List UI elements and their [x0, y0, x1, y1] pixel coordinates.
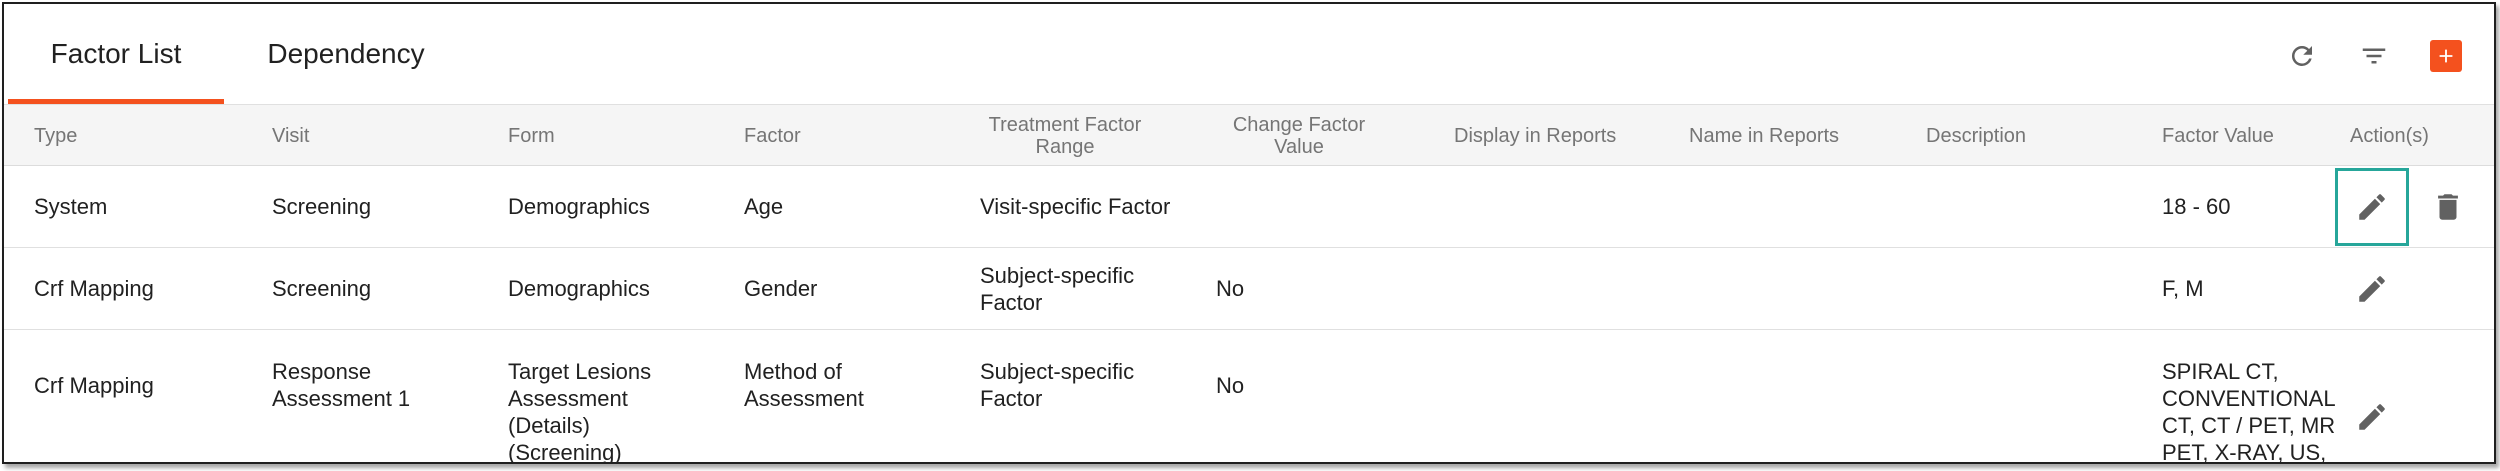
- column-header-description[interactable]: Description: [1926, 105, 2146, 167]
- column-header-type[interactable]: Type: [34, 105, 264, 167]
- cell-name-in-reports: [1689, 248, 1909, 329]
- cell-factor-value: SPIRAL CT, CONVENTIONAL CT, CT / PET, MR…: [2162, 359, 2336, 464]
- cell-display-in-reports: [1454, 330, 1674, 462]
- add-factor-button[interactable]: [2430, 40, 2462, 72]
- cell-treatment-factor-range: Subject-specific Factor: [980, 359, 1135, 411]
- cell-description: [1926, 330, 2146, 462]
- column-header-form[interactable]: Form: [508, 105, 738, 167]
- cell-type: Crf Mapping: [34, 372, 154, 398]
- cell-visit: Screening: [272, 194, 372, 219]
- cell-name-in-reports: [1689, 330, 1909, 462]
- filter-button[interactable]: [2354, 36, 2394, 76]
- delete-button[interactable]: [2426, 185, 2470, 229]
- column-header-display-in-reports[interactable]: Display in Reports: [1454, 105, 1674, 167]
- table-header: Type Visit Form Factor Treatment Factor …: [4, 104, 2494, 166]
- cell-change-factor-value: [1216, 166, 1416, 247]
- table-row: Crf Mapping Screening Demographics Gende…: [4, 248, 2494, 330]
- cell-form: Demographics: [508, 276, 650, 301]
- cell-display-in-reports: [1454, 248, 1674, 329]
- cell-name-in-reports: [1689, 166, 1909, 247]
- cell-factor: Age: [744, 194, 784, 219]
- cell-form: Target Lesions Assessment (Details) (Scr…: [508, 359, 652, 464]
- edit-button-highlight: [2335, 168, 2409, 246]
- refresh-icon: [2291, 45, 2312, 66]
- edit-button[interactable]: [2350, 267, 2394, 311]
- tab-factor-list[interactable]: Factor List: [8, 4, 224, 104]
- cell-form: Demographics: [508, 194, 650, 219]
- cell-visit: Response Assessment 1: [272, 359, 411, 411]
- cell-factor: Gender: [744, 276, 818, 301]
- column-header-treatment-factor-range[interactable]: Treatment Factor Range: [970, 105, 1160, 167]
- cell-factor-value: F, M: [2162, 276, 2204, 301]
- column-header-change-factor-value[interactable]: Change Factor Value: [1214, 105, 1384, 167]
- cell-change-factor-value: No: [1216, 372, 1245, 398]
- cell-factor: Method of Assessment: [744, 359, 864, 411]
- edit-icon: [2359, 404, 2385, 430]
- tab-dependency[interactable]: Dependency: [224, 4, 468, 104]
- cell-factor-value: 18 - 60: [2162, 194, 2231, 219]
- filter-icon: [2362, 48, 2386, 64]
- plus-icon: [2439, 49, 2453, 63]
- edit-button[interactable]: [2350, 395, 2394, 439]
- tab-bar: Factor List Dependency: [4, 4, 2494, 104]
- column-header-visit[interactable]: Visit: [272, 105, 502, 167]
- column-header-factor[interactable]: Factor: [744, 105, 974, 167]
- column-header-name-in-reports[interactable]: Name in Reports: [1689, 105, 1909, 167]
- cell-display-in-reports: [1454, 166, 1674, 247]
- table-row: System Screening Demographics Age Visit-…: [4, 166, 2494, 248]
- cell-type: System: [34, 194, 108, 219]
- cell-description: [1926, 166, 2146, 247]
- cell-description: [1926, 248, 2146, 329]
- delete-icon: [2438, 194, 2458, 220]
- refresh-button[interactable]: [2282, 36, 2322, 76]
- cell-treatment-factor-range: Visit-specific Factor: [980, 194, 1171, 219]
- table-row: Crf Mapping Response Assessment 1 Target…: [4, 330, 2494, 464]
- factor-list-panel: Factor List Dependency Type Visit Form F…: [2, 2, 2496, 464]
- column-header-actions: Action(s): [2350, 125, 2429, 147]
- cell-visit: Screening: [272, 276, 372, 301]
- edit-icon: [2359, 276, 2385, 302]
- cell-treatment-factor-range: Subject-specific Factor: [980, 262, 1135, 315]
- column-header-factor-value[interactable]: Factor Value: [2162, 105, 2342, 167]
- cell-type: Crf Mapping: [34, 276, 154, 301]
- cell-change-factor-value: No: [1216, 276, 1245, 301]
